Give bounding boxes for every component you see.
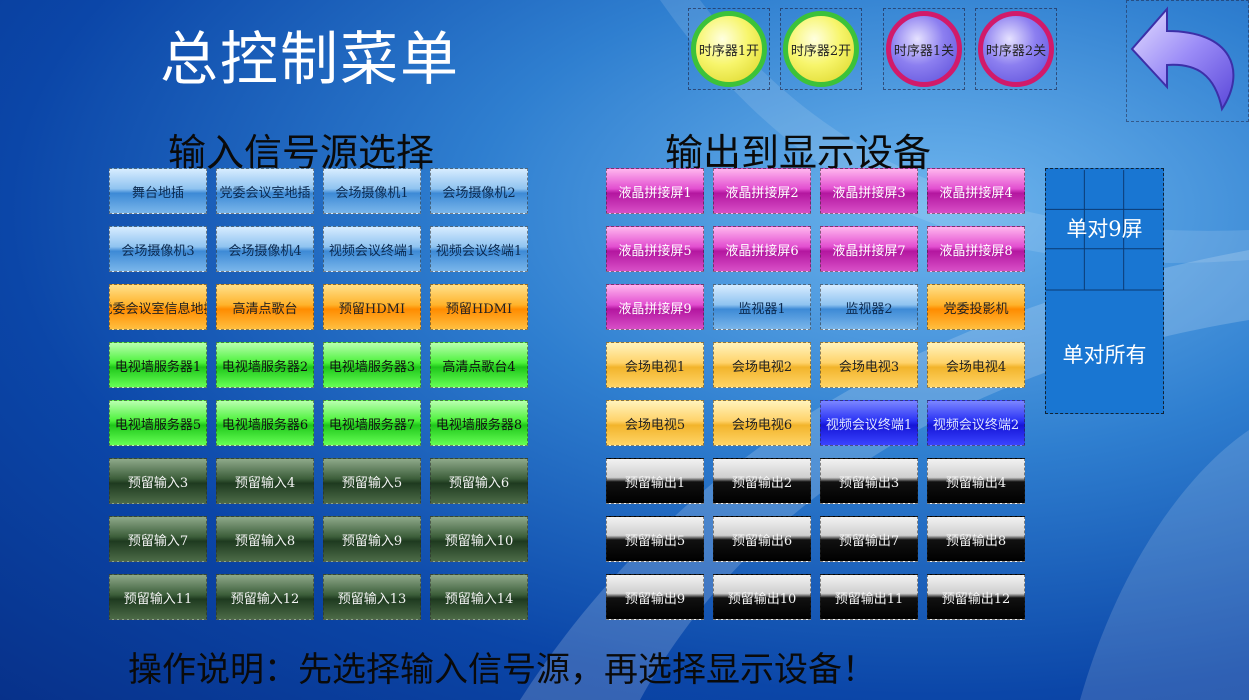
output-button[interactable]: 预留输出7 xyxy=(820,516,918,562)
input-button[interactable]: 电视墙服务器5 xyxy=(109,400,207,446)
input-button[interactable]: 预留输入8 xyxy=(216,516,314,562)
input-button[interactable]: 预留输入4 xyxy=(216,458,314,504)
output-button[interactable]: 液晶拼接屏5 xyxy=(606,226,704,272)
output-button[interactable]: 预留输出1 xyxy=(606,458,704,504)
input-button[interactable]: 预留输入9 xyxy=(323,516,421,562)
output-button[interactable]: 预留输出9 xyxy=(606,574,704,620)
single-all-button[interactable]: 单对所有 xyxy=(1046,339,1163,369)
output-button[interactable]: 预留输出5 xyxy=(606,516,704,562)
output-button[interactable]: 会场电视5 xyxy=(606,400,704,446)
sequencer-4-box: 时序器2关 xyxy=(975,8,1057,90)
output-button[interactable]: 预留输出10 xyxy=(713,574,811,620)
output-button[interactable]: 会场电视4 xyxy=(927,342,1025,388)
sequencer-2-box: 时序器2开 xyxy=(780,8,862,90)
output-button[interactable]: 液晶拼接屏2 xyxy=(713,168,811,214)
output-button[interactable]: 预留输出3 xyxy=(820,458,918,504)
input-button[interactable]: 预留HDMI xyxy=(323,284,421,330)
back-arrow-icon xyxy=(1130,6,1235,112)
input-button[interactable]: 会场摄像机3 xyxy=(109,226,207,272)
sequencer-button-4[interactable]: 时序器2关 xyxy=(978,11,1054,87)
output-button[interactable]: 预留输出11 xyxy=(820,574,918,620)
output-button[interactable]: 会场电视3 xyxy=(820,342,918,388)
back-button[interactable] xyxy=(1126,0,1249,122)
output-button[interactable]: 预留输出2 xyxy=(713,458,811,504)
screen-mode-panel: 单对9屏 单对所有 xyxy=(1045,168,1164,414)
input-button[interactable]: 电视墙服务器6 xyxy=(216,400,314,446)
output-button[interactable]: 视频会议终端2 xyxy=(927,400,1025,446)
output-button[interactable]: 预留输出4 xyxy=(927,458,1025,504)
input-button[interactable]: 预留输入11 xyxy=(109,574,207,620)
output-button[interactable]: 预留输出12 xyxy=(927,574,1025,620)
output-button[interactable]: 会场电视6 xyxy=(713,400,811,446)
output-button[interactable]: 液晶拼接屏9 xyxy=(606,284,704,330)
output-button[interactable]: 党委投影机 xyxy=(927,284,1025,330)
output-button[interactable]: 液晶拼接屏8 xyxy=(927,226,1025,272)
input-button[interactable]: 预留输入6 xyxy=(430,458,528,504)
output-button[interactable]: 预留输出8 xyxy=(927,516,1025,562)
sequencer-3-box: 时序器1关 xyxy=(883,8,965,90)
single-9-screens-button[interactable]: 单对9屏 xyxy=(1046,213,1163,243)
instruction-text: 操作说明：先选择输入信号源，再选择显示设备！ xyxy=(128,650,876,690)
sequencer-button-2[interactable]: 时序器2开 xyxy=(783,11,859,87)
output-button[interactable]: 预留输出6 xyxy=(713,516,811,562)
output-button[interactable]: 视频会议终端1 xyxy=(820,400,918,446)
output-button[interactable]: 液晶拼接屏3 xyxy=(820,168,918,214)
input-button[interactable]: 会场摄像机1 xyxy=(323,168,421,214)
input-button[interactable]: 预留HDMI xyxy=(430,284,528,330)
output-button[interactable]: 会场电视1 xyxy=(606,342,704,388)
input-button[interactable]: 高清点歌台4 xyxy=(430,342,528,388)
input-button[interactable]: 预留输入3 xyxy=(109,458,207,504)
input-button[interactable]: 会场摄像机2 xyxy=(430,168,528,214)
input-button[interactable]: 视频会议终端1 xyxy=(323,226,421,272)
output-button[interactable]: 监视器2 xyxy=(820,284,918,330)
input-button[interactable]: 预留输入5 xyxy=(323,458,421,504)
input-button[interactable]: 预留输入12 xyxy=(216,574,314,620)
output-button[interactable]: 液晶拼接屏4 xyxy=(927,168,1025,214)
input-button[interactable]: 电视墙服务器7 xyxy=(323,400,421,446)
sequencer-button-1[interactable]: 时序器1开 xyxy=(691,11,767,87)
input-button[interactable]: 高清点歌台 xyxy=(216,284,314,330)
output-button[interactable]: 液晶拼接屏6 xyxy=(713,226,811,272)
input-button[interactable]: 预留输入13 xyxy=(323,574,421,620)
input-button[interactable]: 电视墙服务器8 xyxy=(430,400,528,446)
input-button[interactable]: 舞台地插 xyxy=(109,168,207,214)
input-button[interactable]: 预留输入10 xyxy=(430,516,528,562)
input-button[interactable]: 视频会议终端1 xyxy=(430,226,528,272)
output-button[interactable]: 会场电视2 xyxy=(713,342,811,388)
sequencer-1-box: 时序器1开 xyxy=(688,8,770,90)
page-title: 总控制菜单 xyxy=(160,25,461,93)
input-button[interactable]: 预留输入7 xyxy=(109,516,207,562)
output-button[interactable]: 液晶拼接屏1 xyxy=(606,168,704,214)
input-button[interactable]: 电视墙服务器2 xyxy=(216,342,314,388)
sequencer-button-3[interactable]: 时序器1关 xyxy=(886,11,962,87)
input-button[interactable]: 电视墙服务器1 xyxy=(109,342,207,388)
input-button[interactable]: 电视墙服务器3 xyxy=(323,342,421,388)
output-button[interactable]: 液晶拼接屏7 xyxy=(820,226,918,272)
screen-grid-lines xyxy=(1046,170,1163,291)
output-button[interactable]: 监视器1 xyxy=(713,284,811,330)
input-button[interactable]: 党委会议室地插 xyxy=(216,168,314,214)
input-button[interactable]: 党委会议室信息地插 xyxy=(109,284,207,330)
input-button[interactable]: 会场摄像机4 xyxy=(216,226,314,272)
input-button[interactable]: 预留输入14 xyxy=(430,574,528,620)
